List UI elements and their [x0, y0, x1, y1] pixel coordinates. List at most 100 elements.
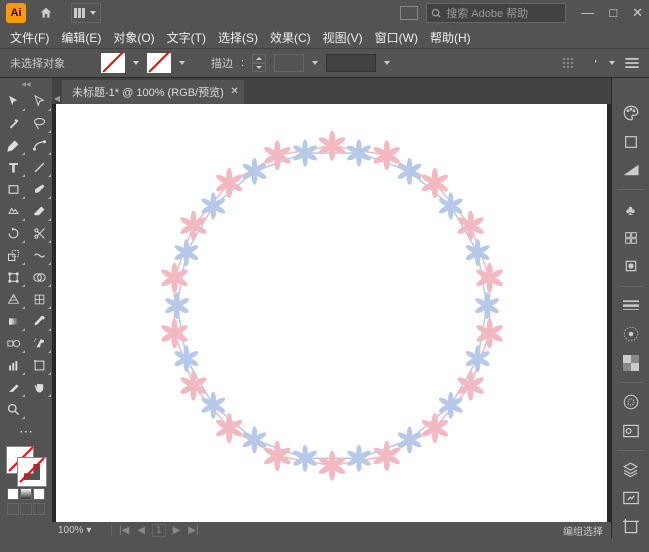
- color-mode-icon[interactable]: [7, 488, 19, 500]
- menu-help[interactable]: 帮助(H): [430, 29, 471, 46]
- align-grid-icon[interactable]: [563, 58, 573, 68]
- panel-menu-icon[interactable]: [625, 58, 639, 68]
- artboards-panel-icon[interactable]: [618, 516, 644, 538]
- gradient-mode-icon[interactable]: [20, 488, 32, 500]
- stroke-swatch[interactable]: [147, 53, 171, 73]
- blend-tool[interactable]: [0, 332, 26, 354]
- layers-panel-icon[interactable]: [618, 459, 644, 481]
- free-transform-tool[interactable]: [0, 266, 26, 288]
- stroke-weight-stepper[interactable]: [252, 54, 266, 72]
- selection-mode-label: 编组选择: [563, 523, 611, 538]
- direct-selection-tool[interactable]: [26, 90, 52, 112]
- preferences-icon[interactable]: [583, 56, 599, 70]
- opacity-dropdown-icon[interactable]: [384, 61, 390, 65]
- opacity-field[interactable]: [326, 54, 376, 72]
- none-mode-icon[interactable]: [33, 488, 45, 500]
- search-input[interactable]: 搜索 Adobe 帮助: [426, 3, 566, 23]
- document-tab[interactable]: 未标题-1* @ 100% (RGB/预览) ✕: [62, 80, 244, 104]
- fill-dropdown-icon[interactable]: [133, 61, 139, 65]
- column-graph-tool[interactable]: [0, 354, 26, 376]
- gradient-panel-icon[interactable]: [618, 323, 644, 345]
- menu-bar: 文件(F) 编辑(E) 对象(O) 文字(T) 选择(S) 效果(C) 视图(V…: [0, 26, 649, 48]
- stroke-style-dropdown-icon[interactable]: [312, 61, 318, 65]
- fill-swatch[interactable]: [101, 53, 125, 73]
- toolbar-collapse-button[interactable]: [0, 78, 52, 90]
- libraries-panel-icon[interactable]: [618, 130, 644, 152]
- brushes-panel-icon[interactable]: [618, 227, 644, 249]
- line-tool[interactable]: [26, 156, 52, 178]
- pen-tool[interactable]: [0, 134, 26, 156]
- artboard-tool[interactable]: [26, 354, 52, 376]
- selection-tool[interactable]: [0, 90, 26, 112]
- stroke-style-preview[interactable]: [274, 54, 304, 72]
- asset-export-panel-icon[interactable]: [618, 487, 644, 509]
- status-bar: 100% ▾ |◀ ◀ 1 ▶ ▶| 编组选择: [52, 522, 611, 538]
- magic-wand-tool[interactable]: [0, 112, 26, 134]
- stroke-dropdown-icon[interactable]: [179, 61, 185, 65]
- artwork-flower-wreath: [147, 121, 517, 491]
- grid-toggle-icon[interactable]: [400, 6, 418, 20]
- appearance-panel-icon[interactable]: [618, 391, 644, 413]
- draw-normal-icon[interactable]: [7, 503, 19, 515]
- eyedropper-tool[interactable]: [26, 310, 52, 332]
- menu-select[interactable]: 选择(S): [218, 29, 258, 46]
- artboard-number[interactable]: 1: [152, 524, 166, 537]
- zoom-level[interactable]: 100% ▾: [52, 525, 112, 536]
- swatches-panel-icon[interactable]: ♣: [618, 198, 644, 220]
- stroke-label: 描边: [211, 55, 233, 71]
- draw-inside-icon[interactable]: [33, 503, 45, 515]
- shaper-tool[interactable]: [0, 200, 26, 222]
- draw-behind-icon[interactable]: [20, 503, 32, 515]
- transparency-panel-icon[interactable]: [618, 352, 644, 374]
- stroke-panel-icon[interactable]: [618, 295, 644, 317]
- arrange-documents-button[interactable]: [71, 3, 101, 23]
- type-tool[interactable]: [0, 156, 26, 178]
- next-artboard-button[interactable]: ▶: [170, 525, 184, 536]
- menu-view[interactable]: 视图(V): [323, 29, 363, 46]
- menu-file[interactable]: 文件(F): [10, 29, 49, 46]
- slice-tool[interactable]: [0, 376, 26, 398]
- symbols-panel-icon[interactable]: [618, 255, 644, 277]
- scissors-tool[interactable]: [26, 222, 52, 244]
- menu-window[interactable]: 窗口(W): [375, 29, 418, 46]
- canvas-area[interactable]: [56, 104, 607, 522]
- lasso-tool[interactable]: [26, 112, 52, 134]
- rotate-tool[interactable]: [0, 222, 26, 244]
- minimize-button[interactable]: —: [581, 5, 594, 21]
- width-tool[interactable]: [26, 244, 52, 266]
- zoom-tool[interactable]: [0, 398, 26, 420]
- hand-tool[interactable]: [26, 376, 52, 398]
- fill-stroke-swatches[interactable]: [6, 446, 46, 486]
- first-artboard-button[interactable]: |◀: [116, 525, 132, 536]
- shape-builder-tool[interactable]: [26, 266, 52, 288]
- curvature-tool[interactable]: [26, 134, 52, 156]
- prev-artboard-button[interactable]: ◀: [134, 525, 148, 536]
- tab-close-button[interactable]: ✕: [230, 86, 238, 97]
- menu-type[interactable]: 文字(T): [167, 29, 206, 46]
- stroke-indicator[interactable]: [18, 458, 46, 486]
- paintbrush-tool[interactable]: [26, 178, 52, 200]
- symbol-sprayer-tool[interactable]: [26, 332, 52, 354]
- gradient-tool[interactable]: [0, 310, 26, 332]
- edit-toolbar-button[interactable]: ⋯: [0, 420, 52, 442]
- scale-tool[interactable]: [0, 244, 26, 266]
- close-button[interactable]: ✕: [632, 5, 643, 21]
- mesh-tool[interactable]: [26, 288, 52, 310]
- menu-object[interactable]: 对象(O): [113, 29, 154, 46]
- maximize-button[interactable]: □: [609, 5, 617, 21]
- color-panel-icon[interactable]: [618, 102, 644, 124]
- panel-dock: ♣: [611, 78, 649, 538]
- last-artboard-button[interactable]: ▶|: [185, 525, 201, 536]
- home-icon[interactable]: [36, 3, 56, 23]
- tab-scroll-left-icon[interactable]: ◀: [52, 92, 62, 104]
- menu-effect[interactable]: 效果(C): [270, 29, 311, 46]
- color-guide-panel-icon[interactable]: [618, 159, 644, 181]
- eraser-tool[interactable]: [26, 200, 52, 222]
- tool-panel: ⋯: [0, 78, 52, 538]
- menu-edit[interactable]: 编辑(E): [61, 29, 101, 46]
- control-bar: 未选择对象 描边 :: [0, 48, 649, 78]
- graphic-styles-panel-icon[interactable]: [618, 419, 644, 441]
- document-tabs: ◀ 未标题-1* @ 100% (RGB/预览) ✕: [52, 78, 611, 104]
- rectangle-tool[interactable]: [0, 178, 26, 200]
- perspective-grid-tool[interactable]: [0, 288, 26, 310]
